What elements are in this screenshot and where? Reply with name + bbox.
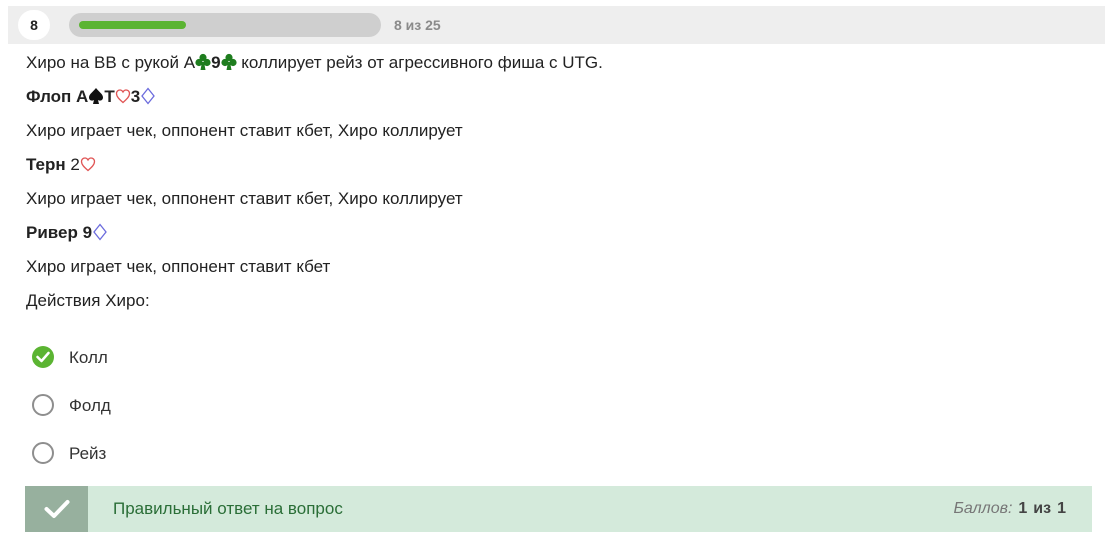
- flop-action: Хиро играет чек, оппонент ставит кбет, Х…: [26, 121, 463, 140]
- progress-bar-fill: [79, 21, 186, 29]
- club-icon: [195, 53, 211, 71]
- turn-card: 2: [70, 155, 80, 174]
- diamond-icon: [140, 87, 156, 105]
- option-label: Колл: [69, 348, 108, 367]
- option-label: Рейз: [69, 444, 107, 463]
- progress-bar: [69, 13, 381, 37]
- turn-label: Терн: [26, 155, 66, 174]
- radio-checked-icon[interactable]: [32, 346, 54, 368]
- radio-icon[interactable]: [32, 394, 54, 416]
- turn-action: Хиро играет чек, оппонент ставит кбет, Х…: [26, 189, 463, 208]
- check-icon: [25, 486, 88, 532]
- result-banner: Правильный ответ на вопрос Баллов: 1 из 1: [25, 486, 1092, 532]
- progress-header: 8 8 из 25: [8, 6, 1105, 44]
- river-text: Ривер 9: [26, 223, 93, 242]
- heart-icon: [80, 155, 96, 173]
- river-action: Хиро играет чек, оппонент ставит кбет: [26, 257, 331, 276]
- flop-card-3: 3: [130, 87, 141, 106]
- intro-text-1: Хиро на BB с рукой A: [26, 53, 196, 72]
- score: Баллов: 1 из 1: [954, 500, 1066, 518]
- option-label: Фолд: [69, 396, 111, 415]
- score-value: 1: [1018, 500, 1028, 517]
- diamond-icon: [92, 223, 108, 241]
- intro-card-9: 9: [211, 53, 221, 72]
- progress-text: 8 из 25: [394, 17, 441, 33]
- score-of: из: [1033, 500, 1052, 517]
- heart-icon: [115, 87, 131, 105]
- radio-icon[interactable]: [32, 442, 54, 464]
- turn-line: Терн 2: [26, 154, 1086, 176]
- flop-line: Флоп A T3: [26, 86, 1086, 108]
- question-number-badge: 8: [18, 10, 50, 40]
- river-line: Ривер 9: [26, 222, 1086, 244]
- club-icon: [220, 53, 237, 71]
- spade-icon: [88, 87, 104, 105]
- result-message: Правильный ответ на вопрос: [113, 499, 343, 518]
- score-label: Баллов:: [953, 500, 1013, 517]
- question-prompt: Действия Хиро:: [26, 291, 150, 310]
- intro-text-2: коллирует рейз от агрессивного фиша с UT…: [236, 53, 603, 72]
- flop-card-t: T: [104, 87, 115, 106]
- question-text: Хиро на BB с рукой A 9 коллирует рейз от …: [26, 52, 1086, 324]
- score-max: 1: [1057, 500, 1066, 517]
- flop-text-1: Флоп A: [26, 87, 89, 106]
- question-intro: Хиро на BB с рукой A 9 коллирует рейз от …: [26, 52, 1086, 74]
